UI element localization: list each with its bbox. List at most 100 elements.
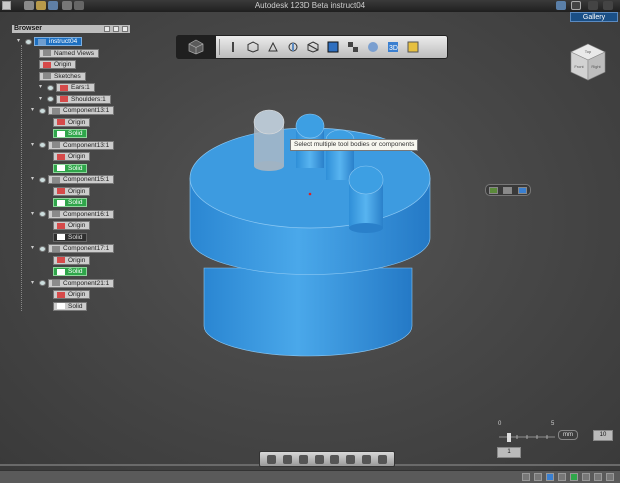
grid-icon[interactable] [361,454,371,464]
expand-arrow-icon[interactable]: ▾ [39,84,44,90]
sign-in-icon[interactable] [556,1,566,10]
group-icon[interactable] [326,40,340,54]
expand-arrow-icon[interactable]: ▾ [31,176,36,182]
ruler-scale[interactable] [497,429,557,445]
minimize-icon[interactable] [588,1,598,10]
browser-item[interactable]: ▾ instruct04 [17,37,83,46]
browser-item[interactable]: ▾ Component13:1 [31,140,115,150]
browser-item[interactable]: Solid [53,301,88,311]
magnify-icon[interactable] [377,454,387,464]
visibility-eye-icon[interactable] [39,211,46,217]
select-face-icon[interactable] [503,186,513,194]
expand-arrow-icon[interactable]: ▾ [39,96,44,102]
browser-item-chip[interactable]: Component13:1 [48,140,115,150]
browser-item[interactable]: Solid [53,129,88,138]
help-icon[interactable] [571,1,581,10]
browser-item-chip[interactable]: Solid [53,129,88,138]
browser-item[interactable]: ▾ Component16:1 [31,209,115,219]
expand-arrow-icon[interactable]: ▾ [17,38,22,44]
browser-item-chip[interactable]: Component16:1 [48,209,115,219]
browser-item[interactable]: Solid [53,163,88,173]
browser-item-chip[interactable]: Sketches [39,71,86,81]
browser-item-chip[interactable]: Origin [53,152,91,161]
visibility-eye-icon[interactable] [47,96,54,102]
peg-right[interactable] [348,165,384,233]
expand-arrow-icon[interactable]: ▾ [31,211,36,217]
look-at-icon[interactable] [330,454,340,464]
browser-item-chip[interactable]: Component21:1 [48,278,115,288]
browser-item-chip[interactable]: Component13:1 [48,106,115,115]
expand-arrow-icon[interactable]: ▾ [31,245,36,251]
visibility-eye-icon[interactable] [39,176,46,183]
grid-value-field[interactable]: 10 [593,430,613,441]
select-component-icon[interactable] [518,186,528,194]
browser-item-chip[interactable]: Origin [53,186,91,196]
viewcube-front-label[interactable]: Front [574,64,584,69]
browser-item[interactable]: ▾ Component21:1 [31,278,115,288]
browser-item[interactable]: Origin [53,117,91,127]
browser-item[interactable]: Named Views [39,48,99,58]
visibility-eye-icon[interactable] [39,280,46,286]
status-icon-2[interactable] [534,473,542,481]
status-icon-7[interactable] [594,473,602,481]
browser-item[interactable]: Origin [39,60,77,69]
orbit-icon[interactable] [267,454,277,464]
browser-item-chip[interactable]: Solid [53,267,88,276]
browser-item[interactable]: Sketches [39,71,86,81]
browser-item[interactable]: Origin [53,255,91,265]
browser-item[interactable]: ▾ Component15:1 [31,175,115,184]
modify-icon[interactable] [286,40,300,54]
status-icon-3[interactable] [546,473,554,481]
browser-item-chip[interactable]: Solid [53,198,88,207]
visibility-eye-icon[interactable] [39,107,46,114]
scale-value-field[interactable]: 1 [497,447,521,458]
combine-icon[interactable] [346,40,360,54]
select-body-icon[interactable] [488,186,498,194]
browser-item[interactable]: ▾ Ears:1 [39,83,95,92]
sketch-pencil-icon[interactable] [226,40,240,54]
browser-item[interactable]: Origin [53,221,91,230]
text-3d-icon[interactable]: 3D [386,40,400,54]
expand-arrow-icon[interactable]: ▾ [31,142,36,148]
browser-item[interactable]: Origin [53,152,91,161]
browser-item-chip[interactable]: Solid [53,163,88,173]
pan-icon[interactable] [283,454,293,464]
browser-item-chip[interactable]: Solid [53,232,88,242]
primitive-box-icon[interactable] [246,40,260,54]
view-cube[interactable]: Top Front Right [568,42,608,82]
status-icon-6[interactable] [582,473,590,481]
visibility-eye-icon[interactable] [47,84,54,91]
browser-item[interactable]: Solid [53,198,88,207]
status-icon-1[interactable] [522,473,530,481]
status-icon-8[interactable] [606,473,614,481]
browser-item-chip[interactable]: Named Views [39,48,99,58]
browser-item-chip[interactable]: Origin [53,221,91,230]
browser-item-chip[interactable]: Origin [39,60,77,69]
browser-item-chip[interactable]: instruct04 [34,37,83,46]
unit-selector[interactable]: mm [558,430,578,440]
fit-icon[interactable] [314,454,324,464]
browser-item[interactable]: ▾ Component17:1 [31,244,115,253]
measure-icon[interactable] [366,40,380,54]
construct-icon[interactable] [266,40,280,54]
browser-item-chip[interactable]: Component17:1 [48,244,115,253]
peg-left-transparent[interactable] [253,109,285,171]
expand-arrow-icon[interactable]: ▾ [31,280,36,286]
browser-expand-icon[interactable] [113,26,120,32]
material-icon[interactable] [406,40,420,54]
zoom-icon[interactable] [298,454,308,464]
browser-item-chip[interactable]: Origin [53,117,91,127]
browser-item[interactable]: Solid [53,232,88,242]
browser-item-chip[interactable]: Component15:1 [48,175,115,184]
expand-arrow-icon[interactable]: ▾ [31,107,36,113]
browser-close-icon[interactable] [122,26,128,32]
visibility-eye-icon[interactable] [25,38,32,45]
status-icon-5[interactable] [570,473,578,481]
visual-style-icon[interactable] [346,454,356,464]
pattern-icon[interactable] [306,40,320,54]
browser-item-chip[interactable]: Solid [53,301,88,311]
browser-pin-icon[interactable] [104,26,111,32]
app-hub-button[interactable] [176,35,216,59]
browser-item-chip[interactable]: Shoulders:1 [56,94,111,104]
browser-item[interactable]: ▾ Component13:1 [31,106,115,115]
